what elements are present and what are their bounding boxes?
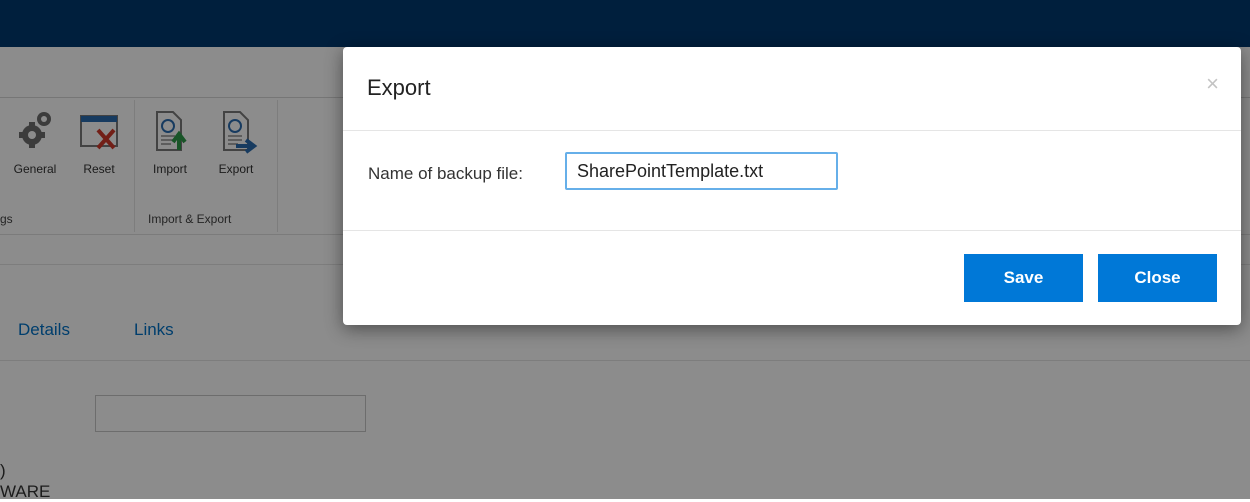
backup-filename-input[interactable] bbox=[565, 152, 838, 190]
close-button[interactable]: Close bbox=[1098, 254, 1217, 302]
export-dialog: Export × Name of backup file: Save Close bbox=[343, 47, 1241, 325]
dialog-header-divider bbox=[343, 130, 1241, 131]
dialog-title: Export bbox=[367, 75, 431, 100]
backup-file-label: Name of backup file: bbox=[368, 164, 523, 183]
close-icon[interactable]: × bbox=[1206, 71, 1219, 97]
save-button[interactable]: Save bbox=[964, 254, 1083, 302]
dialog-footer-divider bbox=[343, 230, 1241, 231]
